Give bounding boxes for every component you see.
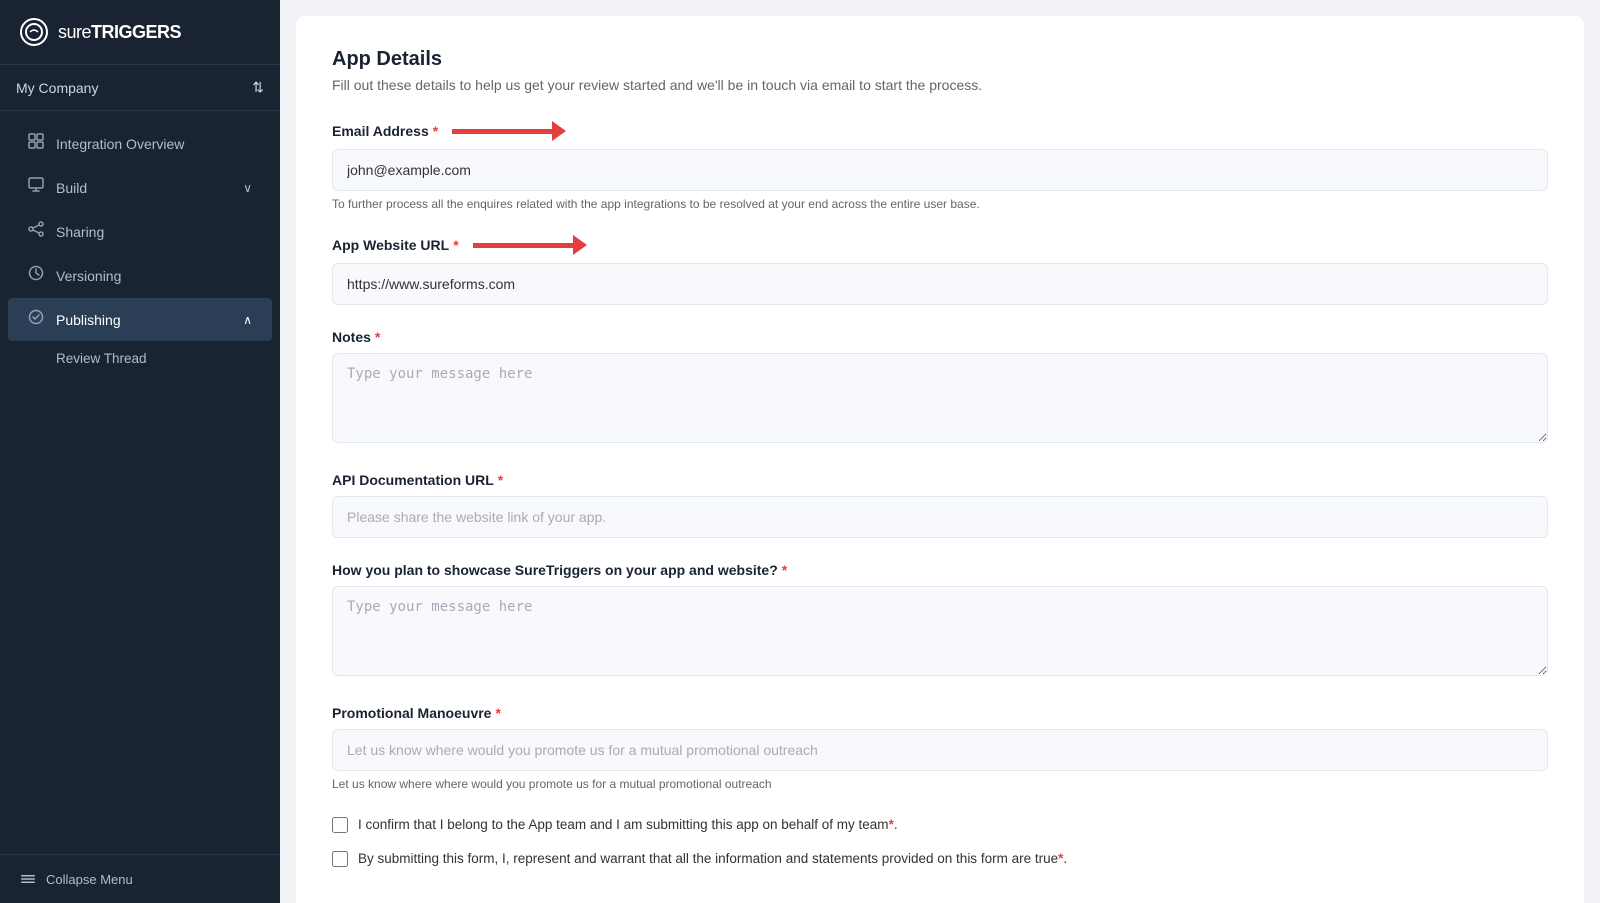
api-doc-label: API Documentation URL * [332, 472, 1548, 488]
sidebar-item-label: Publishing [56, 312, 231, 328]
publishing-icon [28, 309, 44, 330]
sidebar-item-label: Versioning [56, 268, 252, 284]
url-arrow-indicator [473, 235, 587, 255]
email-hint: To further process all the enquires rela… [332, 197, 1548, 211]
sidebar-item-review-thread[interactable]: Review Thread [8, 342, 272, 375]
sidebar-item-publishing[interactable]: Publishing ∧ [8, 298, 272, 341]
chevron-up-icon: ∧ [243, 313, 252, 327]
logo-icon [20, 18, 48, 46]
sidebar-item-label: Build [56, 180, 231, 196]
build-icon [28, 177, 44, 198]
home-icon [28, 133, 44, 154]
email-arrow-indicator [452, 121, 566, 141]
logo-text: sureTRIGGERS [58, 22, 181, 43]
checkbox2[interactable] [332, 851, 348, 867]
promo-input[interactable] [332, 729, 1548, 771]
chevron-down-icon: ∨ [243, 181, 252, 195]
sharing-icon [28, 221, 44, 242]
page-subtitle: Fill out these details to help us get yo… [332, 77, 1548, 93]
url-input[interactable] [332, 263, 1548, 305]
promo-hint: Let us know where where would you promot… [332, 777, 1548, 791]
logo: sureTRIGGERS [0, 0, 280, 65]
email-label: Email Address * [332, 121, 1548, 141]
promo-form-group: Promotional Manoeuvre * Let us know wher… [332, 705, 1548, 791]
promo-label: Promotional Manoeuvre * [332, 705, 1548, 721]
url-form-group: App Website URL * [332, 235, 1548, 305]
content-area: App Details Fill out these details to he… [296, 16, 1584, 903]
notes-label: Notes * [332, 329, 1548, 345]
versioning-icon [28, 265, 44, 286]
sidebar-item-sharing[interactable]: Sharing [8, 210, 272, 253]
sidebar-item-label: Sharing [56, 224, 252, 240]
url-label: App Website URL * [332, 235, 1548, 255]
sub-item-label: Review Thread [56, 351, 147, 366]
sidebar-item-label: Integration Overview [56, 136, 252, 152]
checkbox1-label[interactable]: I confirm that I belong to the App team … [358, 815, 898, 835]
company-selector[interactable]: My Company ⇅ [0, 65, 280, 111]
email-input[interactable] [332, 149, 1548, 191]
checkbox2-label[interactable]: By submitting this form, I, represent an… [358, 849, 1067, 869]
company-name: My Company [16, 80, 98, 96]
showcase-form-group: How you plan to showcase SureTriggers on… [332, 562, 1548, 681]
page-title: App Details [332, 48, 1548, 71]
api-doc-form-group: API Documentation URL * [332, 472, 1548, 538]
sidebar-item-build[interactable]: Build ∨ [8, 166, 272, 209]
main-content: App Details Fill out these details to he… [280, 0, 1600, 903]
sidebar-item-versioning[interactable]: Versioning [8, 254, 272, 297]
api-doc-input[interactable] [332, 496, 1548, 538]
sidebar-item-integration-overview[interactable]: Integration Overview [8, 122, 272, 165]
navigation: Integration Overview Build ∨ Sharing Ver… [0, 111, 280, 854]
checkbox1[interactable] [332, 817, 348, 833]
showcase-textarea[interactable] [332, 586, 1548, 676]
email-form-group: Email Address * To further process all t… [332, 121, 1548, 211]
notes-textarea[interactable] [332, 353, 1548, 443]
sort-icon: ⇅ [252, 79, 264, 96]
checkbox2-row: By submitting this form, I, represent an… [332, 849, 1548, 869]
checkbox1-row: I confirm that I belong to the App team … [332, 815, 1548, 835]
sidebar: sureTRIGGERS My Company ⇅ Integration Ov… [0, 0, 280, 903]
notes-form-group: Notes * [332, 329, 1548, 448]
showcase-label: How you plan to showcase SureTriggers on… [332, 562, 1548, 578]
collapse-menu-button[interactable]: Collapse Menu [0, 854, 280, 903]
collapse-menu-label: Collapse Menu [46, 872, 133, 887]
